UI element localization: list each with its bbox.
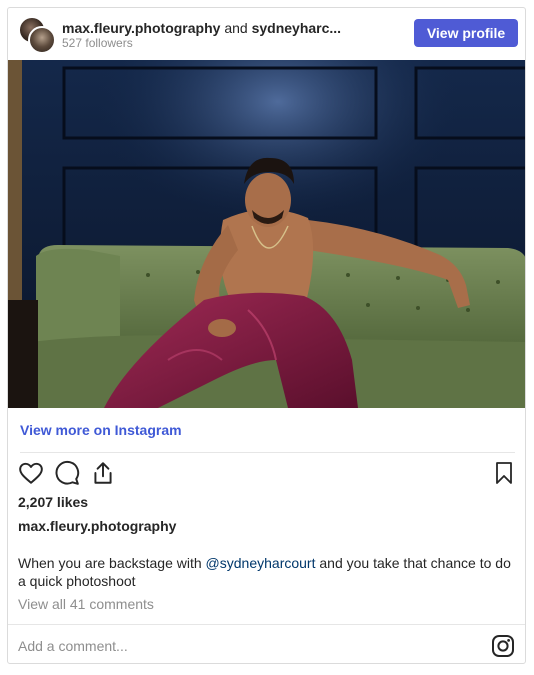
owner-conjunction: and — [224, 20, 248, 36]
divider — [8, 624, 525, 625]
follower-count: 527 followers — [62, 36, 133, 50]
bookmark-icon[interactable] — [492, 460, 516, 486]
post-actions — [18, 460, 518, 488]
caption-username[interactable]: max.fleury.photography — [18, 518, 176, 534]
heart-icon[interactable] — [18, 460, 44, 486]
comment-icon[interactable] — [54, 460, 80, 486]
share-icon[interactable] — [90, 460, 116, 486]
like-count[interactable]: 2,207 likes — [18, 494, 88, 510]
add-comment-field[interactable]: Add a comment... — [18, 638, 128, 654]
divider — [20, 452, 515, 453]
owner-username[interactable]: max.fleury.photography — [62, 20, 220, 36]
collaborator-username[interactable]: sydneyharc... — [252, 20, 342, 36]
instagram-icon[interactable] — [491, 634, 515, 658]
view-profile-button[interactable]: View profile — [414, 19, 518, 47]
view-more-link[interactable]: View more on Instagram — [20, 422, 182, 438]
collab-avatars[interactable] — [18, 16, 56, 54]
collaborator-avatar[interactable] — [28, 26, 56, 54]
post-owners: max.fleury.photography and sydneyharc... — [62, 20, 341, 36]
post-header: max.fleury.photography and sydneyharc...… — [8, 8, 525, 60]
caption-mention[interactable]: @sydneyharcourt — [206, 555, 316, 571]
caption-text: When you are backstage with — [18, 555, 206, 571]
post-photo-illustration — [8, 60, 525, 408]
post-caption: When you are backstage with @sydneyharco… — [18, 554, 514, 590]
view-comments-link[interactable]: View all 41 comments — [18, 596, 154, 612]
instagram-embed: max.fleury.photography and sydneyharc...… — [7, 7, 526, 664]
post-image[interactable] — [8, 60, 525, 408]
